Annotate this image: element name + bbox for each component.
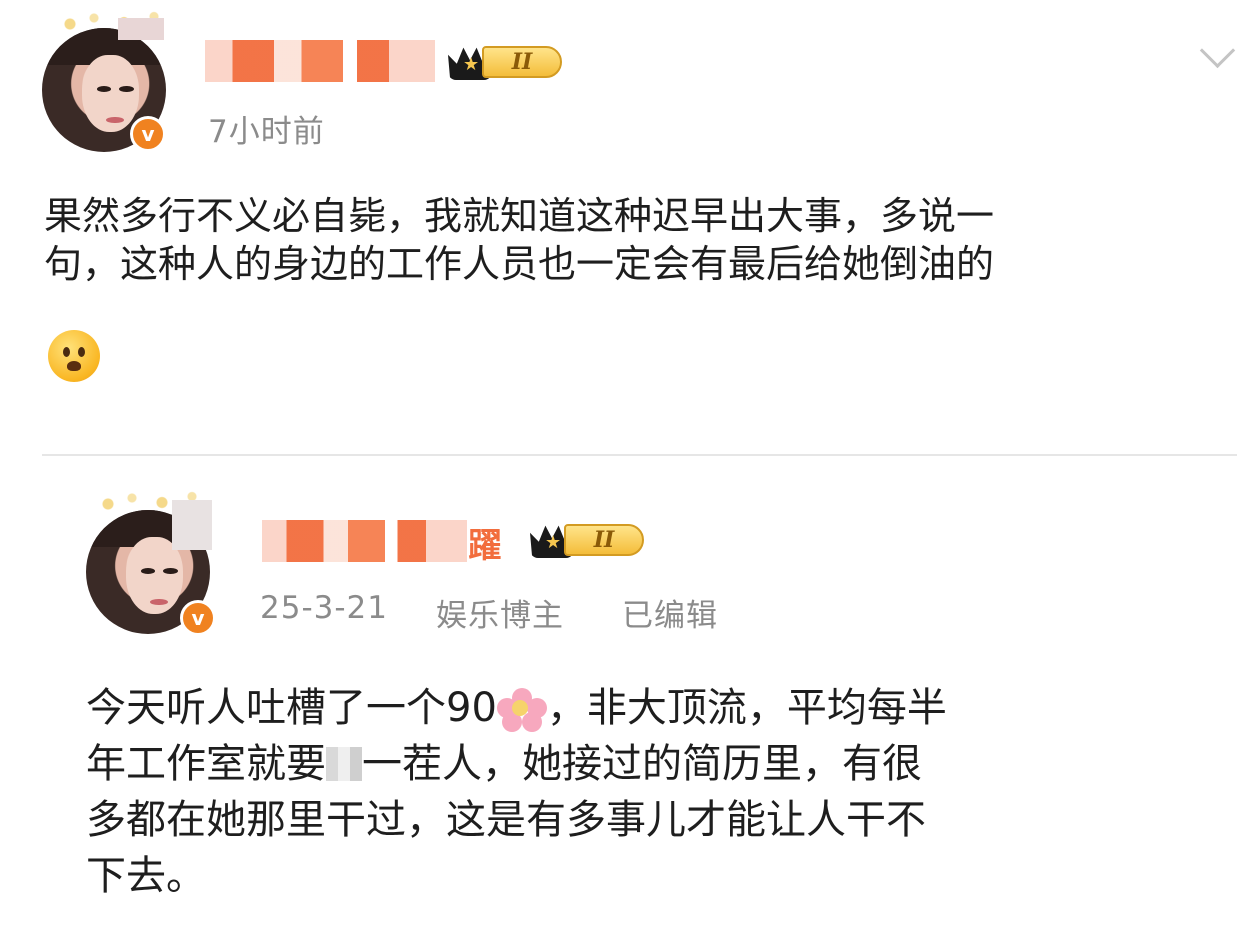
author-category: 娱乐博主 bbox=[436, 598, 564, 634]
author-name-blurred[interactable] bbox=[205, 40, 435, 82]
edited-label[interactable]: 已编辑 bbox=[622, 590, 718, 635]
post-text-fragment: 年工作室就要 bbox=[86, 741, 326, 787]
post1-content: 果然多行不义必自毙，我就知道这种迟早出大事，多说一 句，这种人的身边的工作人员也… bbox=[44, 193, 994, 287]
vip-badge[interactable]: ★ II bbox=[530, 520, 648, 560]
post-text-line: 果然多行不义必自毙，我就知道这种迟早出大事，多说一 bbox=[44, 194, 995, 238]
divider bbox=[42, 454, 1237, 456]
post-text-fragment: 一茬人，她接过的简历里，有很 bbox=[362, 741, 922, 787]
chevron-down-icon[interactable] bbox=[1199, 32, 1236, 69]
vip-badge[interactable]: ★ II bbox=[448, 42, 566, 82]
post-text-line: 下去。 bbox=[86, 853, 206, 899]
repost-content: 今天听人吐槽了一个90 ，非大顶流，平均每半 年工作室就要 一茬人，她接过的简历里，… bbox=[86, 680, 947, 904]
author-name-fragment: 躍 bbox=[468, 526, 502, 566]
frowning-face-emoji-icon bbox=[48, 330, 100, 382]
vip-level-tag: II bbox=[482, 46, 562, 78]
post-text-line: 多都在她那里干过，这是有多事儿才能让人干不 bbox=[86, 797, 926, 843]
mosaic-char bbox=[326, 747, 362, 781]
repost-date: 25-3-21 bbox=[260, 590, 388, 626]
mosaic-block bbox=[172, 500, 212, 550]
vip-level-tag: II bbox=[564, 524, 644, 556]
verified-badge-icon: v bbox=[130, 116, 166, 152]
post-text-line: 句，这种人的身边的工作人员也一定会有最后给她倒油的 bbox=[44, 242, 995, 286]
cherry-blossom-emoji-icon bbox=[496, 688, 547, 732]
author-name-blurred[interactable] bbox=[262, 520, 467, 562]
mosaic-block bbox=[118, 18, 164, 40]
verified-badge-icon: v bbox=[180, 600, 216, 636]
post-text-fragment: 今天听人吐槽了一个90 bbox=[86, 685, 497, 731]
post-text-fragment: ，非大顶流，平均每半 bbox=[546, 685, 947, 731]
post-timestamp: 7小时前 bbox=[208, 114, 325, 150]
